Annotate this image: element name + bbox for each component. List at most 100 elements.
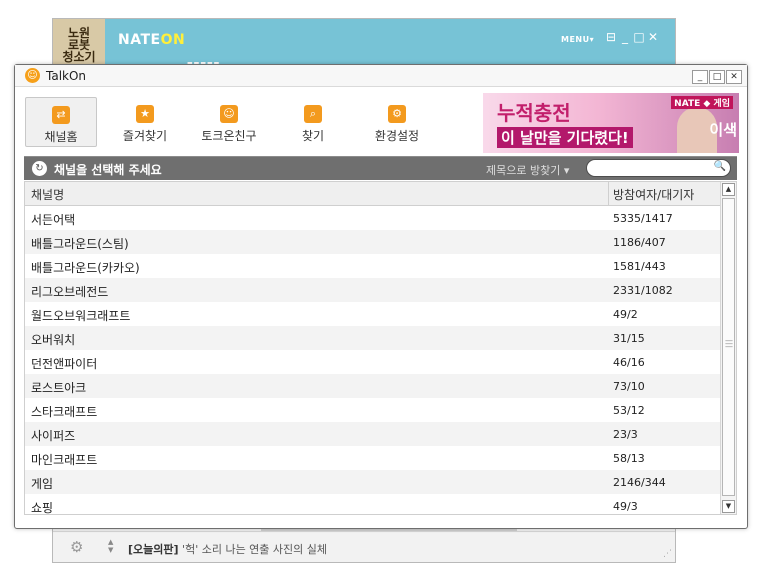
search-mode-dropdown[interactable]: 제목으로 방찾기 ▾ — [486, 162, 569, 178]
minimize-button[interactable]: _ — [692, 70, 708, 84]
nateon-ad-line3: 청소기 — [62, 50, 96, 64]
magnifier-icon: ⌕ — [304, 105, 322, 123]
talkon-window: ☺ TalkOn _ □ ✕ ⇄ 채널홈 ★ 즐겨찾기 ☺ 토크온친구 ⌕ 찾기 ⚙… — [14, 64, 748, 529]
channel-name: 배틀그라운드(스팀) — [31, 237, 129, 251]
channel-name: 던전앤파이터 — [31, 357, 98, 371]
table-body: 서든어택 5335/1417 배틀그라운드(스팀) 1186/407 배틀그라운드(… — [25, 206, 720, 515]
channel-name: 스타크래프트 — [31, 405, 98, 419]
channel-name: 오버워치 — [31, 333, 76, 347]
channel-count: 1186/407 — [613, 236, 666, 249]
scroll-down-arrow-icon[interactable]: ▼ — [722, 500, 735, 513]
maximize-icon[interactable]: □ — [632, 30, 646, 44]
column-divider[interactable] — [608, 182, 609, 206]
news-tag: [오늘의판] — [128, 543, 179, 556]
scroll-up-arrow-icon[interactable]: ▲ — [722, 183, 735, 196]
channel-count: 49/3 — [613, 500, 638, 513]
channel-header-bar: ↻ 채널을 선택해 주세요 제목으로 방찾기 ▾ 🔍 — [24, 156, 737, 180]
channel-count: 49/2 — [613, 308, 638, 321]
column-header-count[interactable]: 방참여자/대기자 — [613, 186, 694, 203]
channel-name: 마인크래프트 — [31, 453, 98, 467]
toolbar-channel-home[interactable]: ⇄ 채널홈 — [25, 97, 97, 147]
channel-count: 46/16 — [613, 356, 645, 369]
nateon-settings-icon[interactable]: ⚙ — [70, 538, 83, 556]
news-text: '헉' 소리 나는 연출 사진의 실체 — [182, 543, 328, 556]
search-box: 🔍 — [586, 159, 731, 177]
nateon-footer: ⚙ ▲ ▼ [오늘의판] '헉' 소리 나는 연출 사진의 실체 ⋰ — [53, 531, 675, 562]
window-controls: _ □ ✕ — [691, 68, 742, 84]
minimize-icon[interactable]: _ — [618, 30, 632, 44]
channel-count: 58/13 — [613, 452, 645, 465]
maximize-button[interactable]: □ — [709, 70, 725, 84]
channel-name: 리그오브레전드 — [31, 285, 109, 299]
banner-subline: 이 날만을 기다렸다! — [497, 127, 633, 148]
channel-count: 1581/443 — [613, 260, 666, 273]
toolbar-favorites[interactable]: ★ 즐겨찾기 — [109, 97, 181, 147]
nateon-menu-button[interactable]: MENU▾ — [561, 35, 594, 44]
nateon-logo-main: NATE — [118, 32, 161, 48]
toolbar-talkon-friends[interactable]: ☺ 토크온친구 — [193, 97, 265, 147]
channel-name: 서든어택 — [31, 213, 76, 227]
table-row[interactable]: 스타크래프트 53/12 — [25, 398, 720, 422]
toolbar-label: 토크온친구 — [201, 129, 257, 143]
channel-count: 2331/1082 — [613, 284, 673, 297]
table-row[interactable]: 게임 2146/344 — [25, 470, 720, 494]
channel-count: 23/3 — [613, 428, 638, 441]
toolbar-search[interactable]: ⌕ 찾기 — [277, 97, 349, 147]
star-icon: ★ — [136, 105, 154, 123]
title-bar[interactable]: ☺ TalkOn _ □ ✕ — [15, 65, 747, 87]
table-row[interactable]: 로스트아크 73/10 — [25, 374, 720, 398]
channel-count: 53/12 — [613, 404, 645, 417]
channel-name: 사이퍼즈 — [31, 429, 76, 443]
search-icon[interactable]: 🔍 — [714, 161, 726, 172]
search-input[interactable] — [593, 161, 708, 175]
banner-headline: 누적충전 — [497, 101, 571, 125]
vertical-scrollbar[interactable]: ▲ — — — ▼ — [720, 182, 736, 514]
table-row[interactable]: 쇼핑 49/3 — [25, 494, 720, 515]
scroll-grip-icon: — — — — [725, 336, 733, 351]
toolbar-label: 즐겨찾기 — [122, 129, 168, 143]
channel-name: 쇼핑 — [31, 501, 54, 515]
nateon-logo-on: ON — [160, 32, 186, 48]
scrollbar-thumb[interactable]: — — — — [722, 198, 735, 496]
news-ticker[interactable]: [오늘의판] '헉' 소리 나는 연출 사진의 실체 — [128, 541, 327, 557]
table-row[interactable]: 배틀그라운드(카카오) 1581/443 — [25, 254, 720, 278]
table-row[interactable]: 월드오브워크래프트 49/2 — [25, 302, 720, 326]
nateon-header: 노원 로봇 청소기 NATEON MENU▾ ⊟_□✕ ■■■■■ — [53, 19, 675, 68]
channel-count: 31/15 — [613, 332, 645, 345]
table-row[interactable]: 서든어택 5335/1417 — [25, 206, 720, 230]
ad-banner[interactable]: 누적충전 이 날만을 기다렸다! NATE ◆ 게임 이색 — [483, 93, 739, 153]
toolbar-label: 환경설정 — [374, 129, 420, 143]
table-row[interactable]: 사이퍼즈 23/3 — [25, 422, 720, 446]
resize-grip-icon[interactable]: ⋰ — [663, 549, 672, 559]
channel-bar-title: 채널을 선택해 주세요 — [54, 163, 162, 177]
talkon-logo-icon: ☺ — [25, 68, 40, 83]
window-title: TalkOn — [46, 69, 87, 83]
table-row[interactable]: 배틀그라운드(스팀) 1186/407 — [25, 230, 720, 254]
table-row[interactable]: 마인크래프트 58/13 — [25, 446, 720, 470]
toolbar: ⇄ 채널홈 ★ 즐겨찾기 ☺ 토크온친구 ⌕ 찾기 ⚙ 환경설정 — [23, 95, 483, 149]
toolbar-label: 채널홈 — [44, 130, 78, 144]
column-header-channel[interactable]: 채널명 — [31, 186, 64, 203]
channel-table: 채널명 방참여자/대기자 서든어택 5335/1417 배틀그라운드(스팀) 118… — [24, 181, 737, 515]
split-view-icon[interactable]: ⊟ — [604, 30, 618, 44]
refresh-icon[interactable]: ↻ — [32, 161, 47, 176]
channel-count: 73/10 — [613, 380, 645, 393]
channel-name: 게임 — [31, 477, 54, 491]
nateon-window-controls: ⊟ _ □ ✕ — [604, 30, 660, 44]
close-icon[interactable]: ✕ — [646, 30, 660, 44]
channel-home-icon: ⇄ — [52, 106, 70, 124]
smiley-icon: ☺ — [220, 105, 238, 123]
close-button[interactable]: ✕ — [726, 70, 742, 84]
channel-count: 2146/344 — [613, 476, 666, 489]
nateon-ad-thumbnail[interactable]: 노원 로봇 청소기 — [53, 19, 105, 67]
channel-name: 월드오브워크래프트 — [31, 309, 131, 323]
table-header: 채널명 방참여자/대기자 — [25, 182, 720, 206]
table-row[interactable]: 오버워치 31/15 — [25, 326, 720, 350]
toolbar-settings[interactable]: ⚙ 환경설정 — [361, 97, 433, 147]
news-scroll-icon[interactable]: ▲ ▼ — [108, 538, 113, 554]
table-row[interactable]: 던전앤파이터 46/16 — [25, 350, 720, 374]
banner-character-name: 이색 — [709, 121, 737, 139]
nateon-logo: NATEON — [118, 32, 185, 48]
banner-brand: NATE ◆ 게임 — [671, 96, 733, 109]
table-row[interactable]: 리그오브레전드 2331/1082 — [25, 278, 720, 302]
